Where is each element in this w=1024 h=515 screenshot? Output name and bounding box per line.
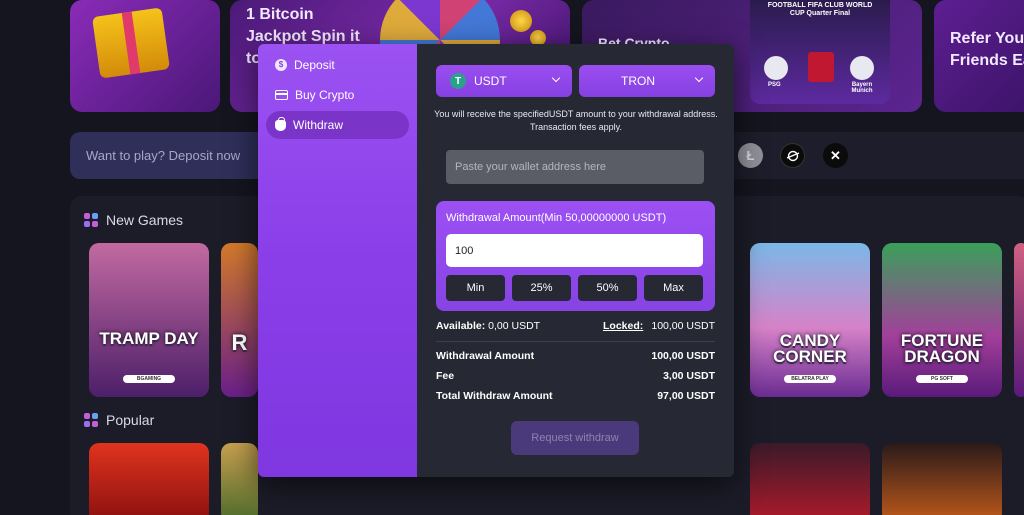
game-card[interactable]: CANDY CORNER BELATRA PLAY [750, 243, 870, 397]
withdraw-amount-box: Withdrawal Amount(Min 50,00000000 USDT) … [436, 201, 715, 311]
gift-image [92, 7, 170, 79]
game-title: TRAMP DAY [99, 329, 199, 348]
withdraw-amount-input[interactable] [446, 234, 703, 267]
fee-row: Fee 3,00 USDT [436, 370, 715, 382]
trophy-image [808, 52, 834, 82]
withdraw-info-text: You will receive the specifiedUSDT amoun… [434, 109, 718, 132]
grid-icon [84, 413, 98, 427]
game-card[interactable] [750, 443, 870, 515]
locked-group: Locked: [603, 320, 643, 332]
divider [436, 341, 715, 342]
refer-banner-text: Refer Your Friends Ea [950, 30, 1024, 69]
currency-select[interactable]: T USDT [436, 65, 572, 97]
game-card[interactable]: TRAMP DAY BGAMING [89, 243, 209, 397]
litecoin-icon[interactable]: Ł [738, 143, 763, 168]
game-card[interactable] [89, 443, 209, 515]
club-card-title: FOOTBALL FIFA CLUB WORLD CUP Quarter Fin… [767, 2, 873, 17]
game-provider-tag: BELATRA PLAY [784, 375, 836, 383]
game-card[interactable]: R [221, 243, 258, 397]
game-title: R [231, 330, 248, 355]
popular-label: Popular [106, 412, 155, 428]
new-games-label: New Games [106, 212, 184, 228]
game-provider-tag: PG SOFT [916, 375, 968, 383]
game-card[interactable]: FORTUNE DRAGON PG SOFT [882, 243, 1002, 397]
popular-heading: Popular [84, 412, 154, 428]
sidebar-item-buy-crypto[interactable]: Buy Crypto [266, 81, 409, 109]
locked-label[interactable]: Locked: [603, 320, 643, 332]
sidebar-item-withdraw[interactable]: Withdraw [266, 111, 409, 139]
game-card[interactable] [1014, 243, 1024, 397]
coin-image [510, 10, 532, 32]
crypto-icons-bar [734, 132, 1024, 179]
available-value: 0,00 USDT [488, 320, 541, 332]
credit-card-icon [275, 90, 288, 100]
promo-banner-refer[interactable]: Refer Your Friends Ea [934, 0, 1024, 112]
game-title: FORTUNE DRAGON [900, 331, 984, 366]
wallet-address-input[interactable] [446, 150, 704, 184]
fee-label: Fee [436, 370, 455, 382]
deposit-prompt-bar[interactable]: Want to play? Deposit now [70, 132, 270, 179]
sidebar-item-label: Buy Crypto [295, 88, 355, 102]
withdrawal-amount-value: 100,00 USDT [651, 350, 715, 362]
x-icon[interactable]: ✕ [823, 143, 848, 168]
wallet-modal: $ Deposit Buy Crypto Withdraw T USDT TRO… [258, 44, 734, 477]
deposit-prompt-text: Want to play? Deposit now [86, 148, 241, 163]
max-button[interactable]: Max [644, 275, 703, 301]
request-withdraw-button[interactable]: Request withdraw [511, 421, 639, 455]
total-withdraw-label: Total Withdraw Amount [436, 390, 553, 402]
promo-banner-gift[interactable] [70, 0, 220, 112]
min-button[interactable]: Min [446, 275, 505, 301]
network-select[interactable]: TRON [579, 65, 715, 97]
game-card[interactable] [882, 443, 1002, 515]
currency-value: USDT [474, 74, 507, 88]
withdraw-panel: T USDT TRON You will receive the specifi… [417, 44, 734, 477]
new-games-heading: New Games [84, 212, 183, 228]
psg-logo [764, 56, 788, 80]
sidebar-item-deposit[interactable]: $ Deposit [266, 51, 409, 79]
game-provider-tag: BGAMING [123, 375, 175, 383]
wallet-sidebar: $ Deposit Buy Crypto Withdraw [258, 44, 417, 477]
withdrawal-amount-label: Withdrawal Amount [436, 350, 535, 362]
bayern-logo [850, 56, 874, 80]
locked-value: 100,00 USDT [651, 320, 715, 332]
game-card[interactable] [221, 443, 258, 515]
25-percent-button[interactable]: 25% [512, 275, 571, 301]
balance-row: Available: 0,00 USDT Locked: 100,00 USDT [436, 320, 715, 332]
total-withdraw-value: 97,00 USDT [657, 390, 715, 402]
fee-value: 3,00 USDT [663, 370, 715, 382]
team-right-name: Bayern Munich [851, 82, 873, 94]
total-withdraw-row: Total Withdraw Amount 97,00 USDT [436, 390, 715, 402]
50-percent-button[interactable]: 50% [578, 275, 637, 301]
tether-icon: T [450, 73, 466, 89]
available-label: Available: [436, 320, 486, 332]
money-bag-icon [275, 116, 286, 131]
chevron-down-icon [551, 73, 561, 83]
withdraw-amount-label: Withdrawal Amount(Min 50,00000000 USDT) [446, 212, 667, 224]
club-world-cup-card: FOOTBALL FIFA CLUB WORLD CUP Quarter Fin… [750, 0, 890, 104]
game-title: CANDY CORNER [773, 331, 847, 366]
sidebar-item-label: Deposit [294, 58, 335, 72]
chevron-down-icon [694, 73, 704, 83]
network-value: TRON [621, 74, 655, 88]
withdrawal-amount-row: Withdrawal Amount 100,00 USDT [436, 350, 715, 362]
sidebar-item-label: Withdraw [293, 118, 344, 132]
team-left-name: PSG [768, 82, 781, 88]
grid-icon [84, 213, 98, 227]
stellar-icon[interactable] [780, 143, 805, 168]
dollar-coin-icon: $ [275, 59, 287, 71]
